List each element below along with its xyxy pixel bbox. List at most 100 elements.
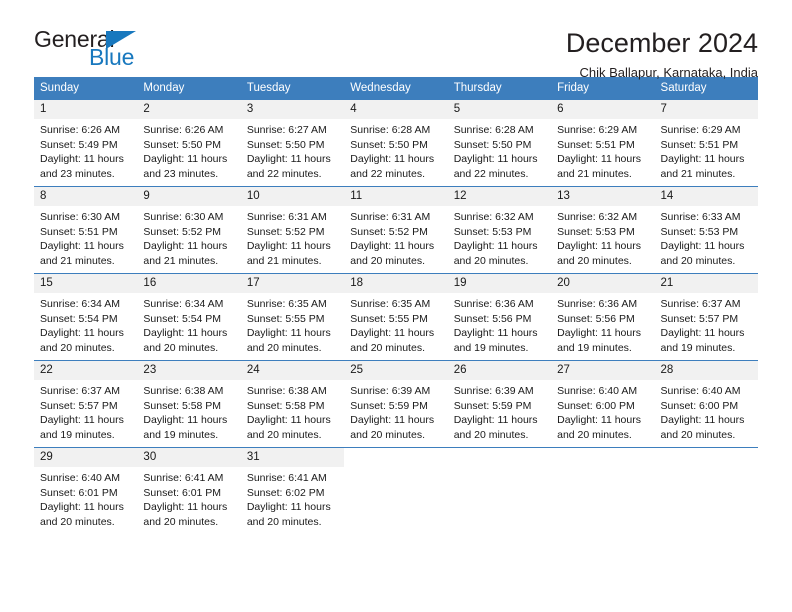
week-row: 1 Sunrise: 6:26 AM Sunset: 5:49 PM Dayli… — [34, 99, 758, 187]
day-number: 15 — [34, 274, 138, 294]
day-cell[interactable]: 23 Sunrise: 6:38 AM Sunset: 5:58 PM Dayl… — [137, 360, 241, 448]
daylight-text-line2: and 19 minutes. — [453, 341, 529, 354]
daylight-text-line1: Daylight: 11 hours — [660, 327, 745, 340]
day-cell[interactable]: 25 Sunrise: 6:39 AM Sunset: 5:59 PM Dayl… — [344, 360, 448, 448]
sunrise-text: Sunrise: 6:27 AM — [246, 124, 327, 137]
day-number: 11 — [344, 187, 448, 207]
day-number: 29 — [34, 448, 138, 468]
sunset-text: Sunset: 5:54 PM — [40, 312, 118, 325]
day-cell[interactable]: 15 Sunrise: 6:34 AM Sunset: 5:54 PM Dayl… — [34, 273, 138, 361]
daylight-text-line1: Daylight: 11 hours — [246, 153, 331, 166]
day-cell[interactable]: 17 Sunrise: 6:35 AM Sunset: 5:55 PM Dayl… — [240, 273, 345, 361]
day-cell[interactable]: 16 Sunrise: 6:34 AM Sunset: 5:54 PM Dayl… — [137, 273, 241, 361]
sunset-text: Sunset: 5:54 PM — [143, 312, 222, 325]
daylight-text-line2: and 19 minutes. — [143, 428, 219, 441]
weekday-header-wednesday: Wednesday — [344, 77, 448, 100]
daylight-text-line1: Daylight: 11 hours — [143, 327, 228, 340]
day-number: 26 — [447, 361, 552, 381]
sunrise-text: Sunrise: 6:28 AM — [350, 124, 431, 137]
day-cell[interactable]: 18 Sunrise: 6:35 AM Sunset: 5:55 PM Dayl… — [344, 273, 448, 361]
day-cell[interactable]: 26 Sunrise: 6:39 AM Sunset: 5:59 PM Dayl… — [447, 360, 552, 448]
page-title: December 2024 — [565, 28, 758, 58]
daylight-text-line2: and 21 minutes. — [246, 254, 322, 267]
day-number — [447, 448, 552, 465]
day-cell[interactable]: 20 Sunrise: 6:36 AM Sunset: 5:56 PM Dayl… — [551, 273, 655, 361]
daylight-text-line2: and 21 minutes. — [557, 167, 632, 180]
day-cell[interactable]: 4 Sunrise: 6:28 AM Sunset: 5:50 PM Dayli… — [344, 99, 448, 187]
weekday-header-row: Sunday Monday Tuesday Wednesday Thursday… — [34, 77, 758, 100]
day-cell[interactable]: 14 Sunrise: 6:33 AM Sunset: 5:53 PM Dayl… — [654, 186, 758, 274]
daylight-text-line1: Daylight: 11 hours — [246, 327, 331, 340]
daylight-text-line2: and 22 minutes. — [246, 167, 322, 180]
sunset-text: Sunset: 5:53 PM — [660, 225, 739, 238]
day-cell[interactable]: 5 Sunrise: 6:28 AM Sunset: 5:50 PM Dayli… — [447, 99, 552, 187]
day-cell[interactable]: 28 Sunrise: 6:40 AM Sunset: 6:00 PM Dayl… — [654, 360, 758, 448]
day-info: Sunrise: 6:36 AM Sunset: 5:56 PM Dayligh… — [551, 293, 654, 355]
weekday-header-friday: Friday — [551, 77, 655, 100]
day-cell[interactable]: 10 Sunrise: 6:31 AM Sunset: 5:52 PM Dayl… — [240, 186, 345, 274]
day-cell[interactable]: 2 Sunrise: 6:26 AM Sunset: 5:50 PM Dayli… — [137, 99, 241, 187]
daylight-text-line1: Daylight: 11 hours — [453, 414, 538, 427]
day-cell-empty — [447, 447, 552, 532]
general-blue-logo[interactable]: General Blue — [34, 28, 184, 74]
daylight-text-line2: and 22 minutes. — [350, 167, 425, 180]
weekday-header-monday: Monday — [137, 77, 241, 100]
day-number: 16 — [137, 274, 241, 294]
day-cell[interactable]: 6 Sunrise: 6:29 AM Sunset: 5:51 PM Dayli… — [551, 99, 655, 187]
calendar-page: General Blue December 2024 Chik Ballapur… — [0, 0, 792, 612]
day-cell[interactable]: 30 Sunrise: 6:41 AM Sunset: 6:01 PM Dayl… — [137, 447, 241, 532]
sunset-text: Sunset: 6:00 PM — [557, 399, 635, 412]
sunset-text: Sunset: 6:02 PM — [246, 486, 325, 499]
sunset-text: Sunset: 5:49 PM — [40, 138, 118, 151]
daylight-text-line1: Daylight: 11 hours — [557, 414, 641, 427]
day-cell-empty — [551, 447, 655, 532]
day-cell[interactable]: 29 Sunrise: 6:40 AM Sunset: 6:01 PM Dayl… — [34, 447, 138, 532]
day-cell[interactable]: 19 Sunrise: 6:36 AM Sunset: 5:56 PM Dayl… — [447, 273, 552, 361]
day-number: 6 — [551, 100, 655, 120]
sunset-text: Sunset: 5:51 PM — [660, 138, 739, 151]
day-info: Sunrise: 6:26 AM Sunset: 5:50 PM Dayligh… — [137, 119, 240, 181]
daylight-text-line2: and 20 minutes. — [246, 515, 322, 528]
day-info: Sunrise: 6:40 AM Sunset: 6:01 PM Dayligh… — [34, 467, 137, 529]
day-cell[interactable]: 31 Sunrise: 6:41 AM Sunset: 6:02 PM Dayl… — [240, 447, 345, 532]
day-cell[interactable]: 22 Sunrise: 6:37 AM Sunset: 5:57 PM Dayl… — [34, 360, 138, 448]
daylight-text-line2: and 20 minutes. — [350, 341, 425, 354]
day-number: 28 — [654, 361, 758, 381]
day-cell[interactable]: 1 Sunrise: 6:26 AM Sunset: 5:49 PM Dayli… — [34, 99, 138, 187]
daylight-text-line2: and 20 minutes. — [350, 254, 425, 267]
daylight-text-line1: Daylight: 11 hours — [246, 414, 331, 427]
day-cell[interactable]: 7 Sunrise: 6:29 AM Sunset: 5:51 PM Dayli… — [654, 99, 758, 187]
day-info: Sunrise: 6:31 AM Sunset: 5:52 PM Dayligh… — [344, 206, 447, 268]
day-info: Sunrise: 6:28 AM Sunset: 5:50 PM Dayligh… — [448, 119, 551, 181]
daylight-text-line2: and 20 minutes. — [557, 254, 632, 267]
sunset-text: Sunset: 5:53 PM — [557, 225, 635, 238]
day-cell[interactable]: 9 Sunrise: 6:30 AM Sunset: 5:52 PM Dayli… — [137, 186, 241, 274]
daylight-text-line2: and 20 minutes. — [660, 428, 736, 441]
daylight-text-line2: and 21 minutes. — [143, 254, 219, 267]
day-number: 19 — [447, 274, 552, 294]
day-cell[interactable]: 11 Sunrise: 6:31 AM Sunset: 5:52 PM Dayl… — [344, 186, 448, 274]
sunrise-text: Sunrise: 6:39 AM — [453, 385, 534, 398]
weekday-header-sunday: Sunday — [34, 77, 138, 100]
day-cell[interactable]: 27 Sunrise: 6:40 AM Sunset: 6:00 PM Dayl… — [551, 360, 655, 448]
daylight-text-line2: and 21 minutes. — [660, 167, 736, 180]
daylight-text-line1: Daylight: 11 hours — [40, 414, 124, 427]
day-cell[interactable]: 12 Sunrise: 6:32 AM Sunset: 5:53 PM Dayl… — [447, 186, 552, 274]
daylight-text-line1: Daylight: 11 hours — [350, 153, 435, 166]
day-cell[interactable]: 13 Sunrise: 6:32 AM Sunset: 5:53 PM Dayl… — [551, 186, 655, 274]
day-cell[interactable]: 21 Sunrise: 6:37 AM Sunset: 5:57 PM Dayl… — [654, 273, 758, 361]
day-info: Sunrise: 6:33 AM Sunset: 5:53 PM Dayligh… — [655, 206, 758, 268]
day-number: 4 — [344, 100, 448, 120]
daylight-text-line2: and 20 minutes. — [557, 428, 632, 441]
daylight-text-line2: and 23 minutes. — [40, 167, 115, 180]
sunset-text: Sunset: 5:50 PM — [246, 138, 325, 151]
day-cell[interactable]: 24 Sunrise: 6:38 AM Sunset: 5:58 PM Dayl… — [240, 360, 345, 448]
day-number: 7 — [654, 100, 758, 120]
sunset-text: Sunset: 5:55 PM — [246, 312, 325, 325]
calendar-table: Sunday Monday Tuesday Wednesday Thursday… — [34, 77, 758, 532]
daylight-text-line1: Daylight: 11 hours — [143, 414, 228, 427]
day-cell[interactable]: 3 Sunrise: 6:27 AM Sunset: 5:50 PM Dayli… — [240, 99, 345, 187]
day-info: Sunrise: 6:41 AM Sunset: 6:02 PM Dayligh… — [241, 467, 344, 529]
daylight-text-line1: Daylight: 11 hours — [660, 153, 745, 166]
day-cell[interactable]: 8 Sunrise: 6:30 AM Sunset: 5:51 PM Dayli… — [34, 186, 138, 274]
